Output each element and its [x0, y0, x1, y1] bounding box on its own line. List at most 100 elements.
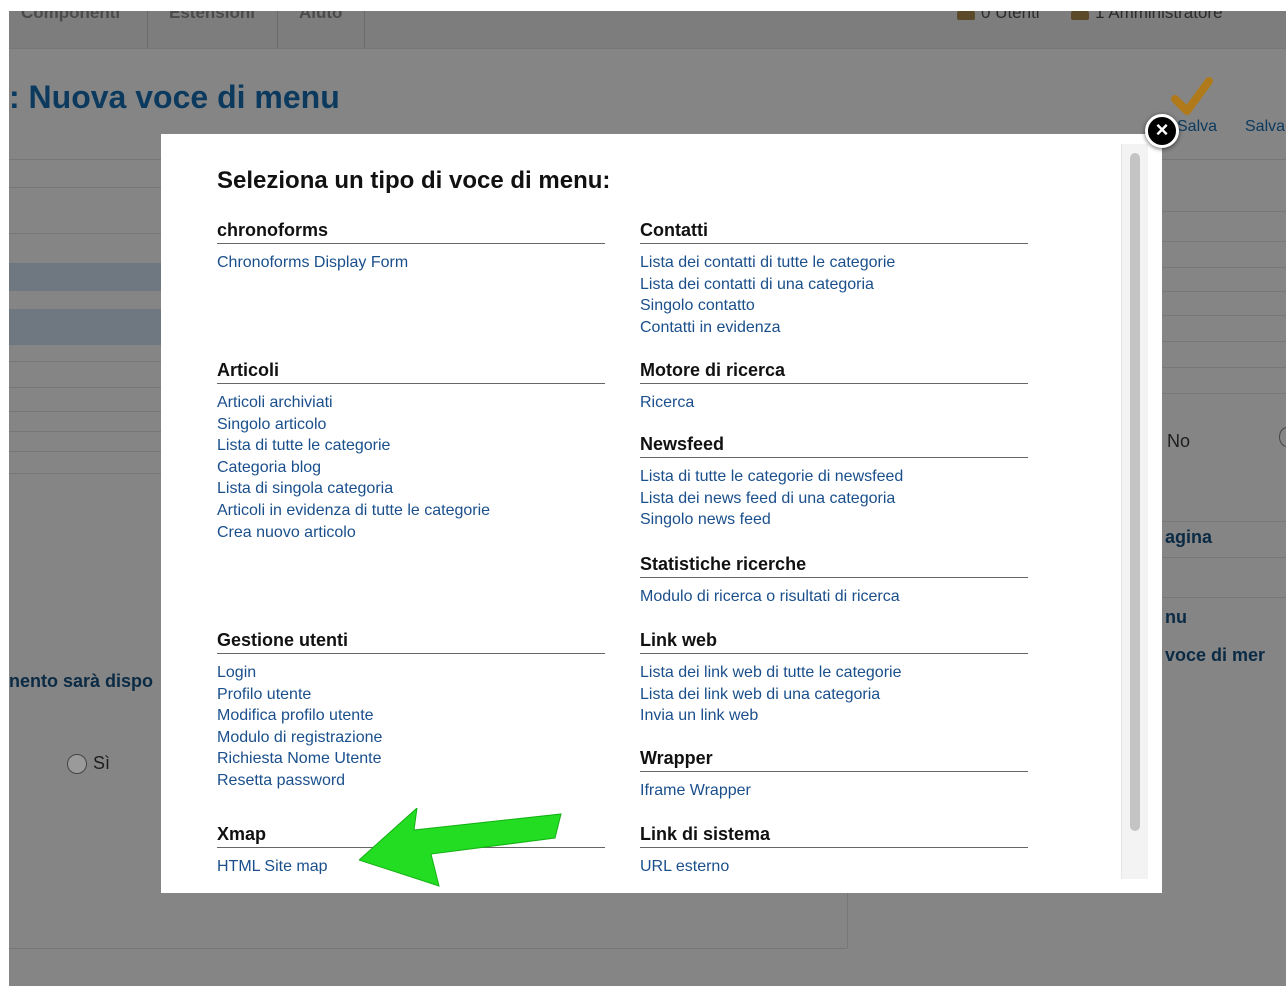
menu-divider [147, 11, 148, 48]
scrollbar-thumb[interactable] [1130, 153, 1140, 831]
divider [9, 431, 169, 432]
menu-type-link[interactable]: Profilo utente [217, 684, 605, 706]
menu-type-link[interactable]: Articoli in evidenza di tutte le categor… [217, 500, 605, 522]
menu-type-link[interactable]: Login [217, 662, 605, 684]
group-newsfeed: Newsfeed Lista di tutte le categorie di … [640, 433, 1028, 531]
menu-type-link[interactable]: Modulo di registrazione [217, 727, 605, 749]
menu-type-link[interactable]: Lista di singola categoria [217, 478, 605, 500]
group-heading: chronoforms [217, 219, 605, 244]
menu-type-modal: Seleziona un tipo di voce di menu: chron… [161, 134, 1162, 893]
menu-type-link[interactable]: Chronoforms Display Form [217, 252, 605, 274]
menu-type-link[interactable]: Categoria blog [217, 457, 605, 479]
highlight-row [9, 309, 161, 345]
divider [1161, 291, 1286, 292]
users-icon [957, 11, 975, 20]
menu-type-link[interactable]: Ricerca [640, 392, 1028, 414]
admins-online-label: 1 Amministratore [1095, 11, 1223, 22]
admin-menu-bar: Componenti Estensioni Aiuto 0 Utenti 1 A… [9, 11, 1286, 49]
menu-type-link[interactable]: Richiesta Nome Utente [217, 748, 605, 770]
menu-type-link[interactable]: Crea nuovo articolo [217, 522, 605, 544]
page-title: : Nuova voce di menu [9, 79, 340, 115]
users-online-label: 0 Utenti [981, 11, 1040, 22]
menu-type-link[interactable]: Resetta password [217, 770, 605, 792]
group-heading: Articoli [217, 359, 605, 384]
menu-type-link[interactable]: Invia un link web [640, 705, 1028, 727]
group-chronoforms: chronoforms Chronoforms Display Form [217, 219, 605, 274]
menu-type-link[interactable]: Lista dei contatti di tutte le categorie [640, 252, 1028, 274]
group-link-di-sistema: Link di sistema URL esterno [640, 823, 1028, 874]
divider [9, 48, 1286, 49]
group-heading: Contatti [640, 219, 1028, 244]
menu-type-link[interactable]: Lista dei link web di tutte le categorie [640, 662, 1028, 684]
save-button[interactable]: Salva [1177, 118, 1217, 136]
divider [1161, 597, 1286, 598]
group-articoli: Articoli Articoli archiviati Singolo art… [217, 359, 605, 543]
menu-divider [277, 11, 278, 48]
menu-item-heading-fragment: voce di mer [1165, 645, 1266, 665]
save-check-icon[interactable] [1171, 75, 1213, 119]
divider [1161, 341, 1286, 342]
divider [1161, 267, 1286, 268]
divider [9, 361, 169, 362]
radio-circle [67, 754, 87, 775]
group-heading: Newsfeed [640, 433, 1028, 458]
divider [9, 411, 169, 412]
users-online[interactable]: 0 Utenti [957, 11, 1040, 23]
menu-type-link[interactable]: Singolo contatto [640, 295, 1028, 317]
divider [847, 891, 848, 948]
menu-type-link[interactable]: Articoli archiviati [217, 392, 605, 414]
green-arrow-annotation [359, 808, 562, 887]
radio-no[interactable] [1279, 427, 1286, 447]
menu-estensioni[interactable]: Estensioni [169, 11, 255, 23]
group-heading: Motore di ricerca [640, 359, 1028, 384]
divider [9, 233, 169, 234]
radio-si[interactable]: Sì [67, 753, 110, 775]
group-contatti: Contatti Lista dei contatti di tutte le … [640, 219, 1028, 338]
divider [9, 451, 169, 452]
menu-type-link[interactable]: Lista di tutte le categorie di newsfeed [640, 466, 1028, 488]
menu-type-link[interactable]: Singolo articolo [217, 414, 605, 436]
save-close-button[interactable]: Salva [1245, 118, 1285, 136]
divider [9, 387, 169, 388]
menu-type-link[interactable]: URL esterno [640, 856, 1028, 874]
menu-type-link[interactable]: Lista dei contatti di una categoria [640, 274, 1028, 296]
group-heading: Link web [640, 629, 1028, 654]
group-heading: Statistiche ricerche [640, 553, 1028, 578]
menu-type-link[interactable]: Lista dei link web di una categoria [640, 684, 1028, 706]
menu-type-link[interactable]: Contatti in evidenza [640, 317, 1028, 339]
menu-type-link[interactable]: Lista dei news feed di una categoria [640, 488, 1028, 510]
admins-online[interactable]: 1 Amministratore [1071, 11, 1223, 23]
menu-type-link[interactable]: Modulo di ricerca o risultati di ricerca [640, 586, 1028, 608]
page-heading-fragment: agina [1165, 527, 1213, 547]
menu-divider [364, 11, 365, 48]
divider [1161, 557, 1286, 558]
divider [1161, 521, 1286, 522]
menu-aiuto[interactable]: Aiuto [299, 11, 342, 23]
group-gestione-utenti: Gestione utenti Login Profilo utente Mod… [217, 629, 605, 792]
menu-componenti[interactable]: Componenti [21, 11, 120, 23]
group-link-web: Link web Lista dei link web di tutte le … [640, 629, 1028, 727]
no-option-label: No [1167, 431, 1191, 451]
group-heading: Gestione utenti [217, 629, 605, 654]
modal-title: Seleziona un tipo di voce di menu: [217, 167, 611, 194]
divider [1161, 367, 1286, 368]
group-wrapper: Wrapper Iframe Wrapper [640, 747, 1028, 802]
divider [1161, 393, 1286, 394]
group-statistiche-ricerche: Statistiche ricerche Modulo di ricerca o… [640, 553, 1028, 608]
divider [9, 473, 169, 474]
menu-type-link[interactable]: Modifica profilo utente [217, 705, 605, 727]
group-heading: Link di sistema [640, 823, 1028, 848]
divider [1161, 315, 1286, 316]
modal-content: Seleziona un tipo di voce di menu: chron… [161, 134, 1121, 874]
menu-type-link[interactable]: Lista di tutte le categorie [217, 435, 605, 457]
group-motore-di-ricerca: Motore di ricerca Ricerca [640, 359, 1028, 414]
menu-type-link[interactable]: Singolo news feed [640, 509, 1028, 531]
admin-icon [1071, 11, 1089, 20]
highlight-row [9, 263, 161, 291]
menu-type-link[interactable]: Iframe Wrapper [640, 780, 1028, 802]
group-heading: Wrapper [640, 747, 1028, 772]
divider [1161, 211, 1286, 212]
close-icon[interactable]: × [1145, 114, 1179, 148]
divider [9, 187, 169, 188]
modal-scrollbar[interactable] [1121, 144, 1148, 879]
